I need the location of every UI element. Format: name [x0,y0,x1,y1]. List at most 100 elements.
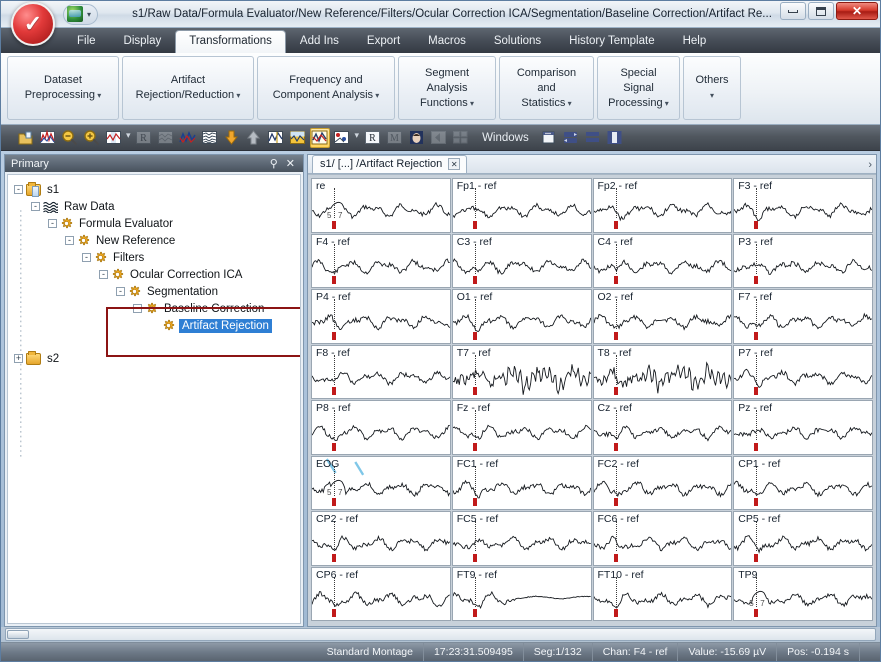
chevron-down-icon[interactable]: ▾ [663,99,669,108]
resize-grip[interactable] [859,642,880,661]
tree-item-segmentation[interactable]: - Segmentation [14,283,300,300]
artifact-marker[interactable] [332,609,336,617]
artifact-marker[interactable] [332,331,336,340]
tree-item-filters[interactable]: - Filters [14,249,300,266]
artifact-marker[interactable] [613,387,618,395]
artifact-marker[interactable] [472,553,477,562]
channel-cell[interactable]: CP6 - ref [311,566,451,621]
channel-cell[interactable]: C4 - ref [592,233,733,288]
quick-access-toolbar[interactable]: ▾ [63,3,99,25]
stacked-waveform-icon[interactable] [200,128,220,148]
history-tree-container[interactable]: - s1- Raw Data - Formula Evaluator - New Refer… [7,174,301,624]
zoom-out-icon[interactable] [59,128,79,148]
tab-overflow-arrow[interactable]: › [868,159,872,171]
analyzer-document-icon[interactable] [67,6,83,22]
channel-grid-wrapper[interactable]: re 5 7 Fp1 - ref Fp2 - ref F3 - ref F4 - ref C3… [308,174,876,626]
ribbon-tab-macros[interactable]: Macros [414,30,480,53]
history-tree[interactable]: - s1- Raw Data - Formula Evaluator - New Refer… [8,175,300,367]
raw-data-icon[interactable]: R [362,128,382,148]
channel-cell[interactable]: FC5 - ref [451,511,592,566]
artifact-marker[interactable] [332,387,336,395]
tab-artifact-rejection[interactable]: s1/ [...] /Artifact Rejection ✕ [312,155,468,173]
channel-cell[interactable]: F3 - ref [733,178,873,233]
ribbon-group-artifact[interactable]: Artifact Rejection/Reduction ▾ [122,56,254,120]
artifact-marker[interactable] [613,498,618,506]
channel-cell[interactable]: T8 - ref [592,344,733,399]
tree-item-new-reference[interactable]: - New Reference [14,232,300,249]
overlay-waveform-icon[interactable] [178,128,198,148]
horizontal-scrollbar[interactable] [5,628,876,641]
channel-cell[interactable]: F8 - ref [311,344,451,399]
channel-cell[interactable]: P7 - ref [733,344,873,399]
artifact-marker[interactable] [472,276,477,284]
artifact-marker[interactable] [472,331,477,340]
tree-item-s1[interactable]: - s1 [14,181,300,198]
tree-item-raw-data[interactable]: - Raw Data [14,198,300,215]
channel-cell[interactable]: F7 - ref [733,289,873,344]
ribbon-tab-file[interactable]: File [63,30,110,53]
ribbon-group-special-signal[interactable]: Special Signal Processing ▾ [597,56,680,120]
artifact-marker[interactable] [754,442,759,451]
ribbon-group-comparison-and[interactable]: Comparison and Statistics ▾ [499,56,594,120]
channel-cell[interactable]: FC2 - ref [592,455,733,510]
channel-cell[interactable]: F4 - ref [311,233,451,288]
scale-up-icon[interactable] [244,128,264,148]
expand-icon[interactable]: + [14,354,23,363]
tree-item-s2[interactable]: + s2 [14,350,300,367]
minimize-button[interactable] [780,2,806,20]
maximize-button[interactable] [808,2,834,20]
app-logo-orb[interactable]: ✓ [11,2,55,46]
collapse-icon[interactable]: - [99,270,108,279]
artifact-marker[interactable] [613,220,618,229]
collapse-icon[interactable]: - [82,253,91,262]
ribbon-group-segment-analysis[interactable]: Segment Analysis Functions ▾ [398,56,496,120]
chevron-down-icon[interactable]: ▾ [468,99,474,108]
artifact-marker[interactable] [472,609,477,617]
pin-icon[interactable]: ⚲ [266,157,282,170]
channel-cell[interactable]: Fp1 - ref [451,178,592,233]
chevron-down-icon[interactable]: ▾ [565,99,572,108]
artifact-marker[interactable] [613,553,618,562]
artifact-marker[interactable] [754,553,759,562]
butterfly-plot-icon[interactable] [266,128,286,148]
tree-item-artifact-rejection[interactable]: Artifact Rejection [14,317,300,334]
channel-cell[interactable]: P4 - ref [311,289,451,344]
chevron-down-icon[interactable]: ▾ [95,91,101,100]
channel-cell[interactable]: Pz - ref [733,400,873,455]
tree-item-ocular-correction-ica[interactable]: - Ocular Correction ICA [14,266,300,283]
edit-markers-icon[interactable] [37,128,57,148]
artifact-marker[interactable] [754,609,759,617]
artifact-marker[interactable] [332,442,336,451]
scrollbar-thumb[interactable] [7,630,29,639]
artifact-marker[interactable] [613,442,618,451]
channel-cell[interactable]: FC1 - ref [451,455,592,510]
map-view-icon[interactable] [332,128,352,148]
collapse-icon[interactable]: - [65,236,74,245]
channel-cell[interactable]: EOG 5 7 [311,455,451,510]
cascade-windows-icon[interactable] [539,128,559,148]
tab-close-icon[interactable]: ✕ [448,158,461,170]
head-model-icon[interactable] [406,128,426,148]
channel-display-icon[interactable] [103,128,123,148]
artifact-marker[interactable] [613,609,618,617]
collapse-icon[interactable]: - [48,219,57,228]
channel-cell[interactable]: P8 - ref [311,400,451,455]
channel-cell[interactable]: C3 - ref [451,233,592,288]
channel-cell[interactable]: Fz - ref [451,400,592,455]
channel-cell[interactable]: CP2 - ref [311,511,451,566]
close-icon[interactable]: ✕ [282,157,299,170]
artifact-marker[interactable] [472,387,477,395]
chevron-down-icon[interactable]: ▾ [234,91,240,100]
chevron-down-icon[interactable]: ▾ [710,91,714,100]
artifact-marker[interactable] [613,276,618,284]
channel-cell[interactable]: T7 - ref [451,344,592,399]
close-button[interactable]: ✕ [836,2,878,20]
artifact-marker[interactable] [472,498,477,506]
channel-cell[interactable]: Fp2 - ref [592,178,733,233]
chevron-down-icon[interactable]: ▾ [87,10,91,19]
ribbon-tab-display[interactable]: Display [110,30,176,53]
artifact-marker[interactable] [613,331,618,340]
artifact-marker[interactable] [754,331,759,340]
open-file-icon[interactable] [15,128,35,148]
collapse-icon[interactable]: - [31,202,40,211]
